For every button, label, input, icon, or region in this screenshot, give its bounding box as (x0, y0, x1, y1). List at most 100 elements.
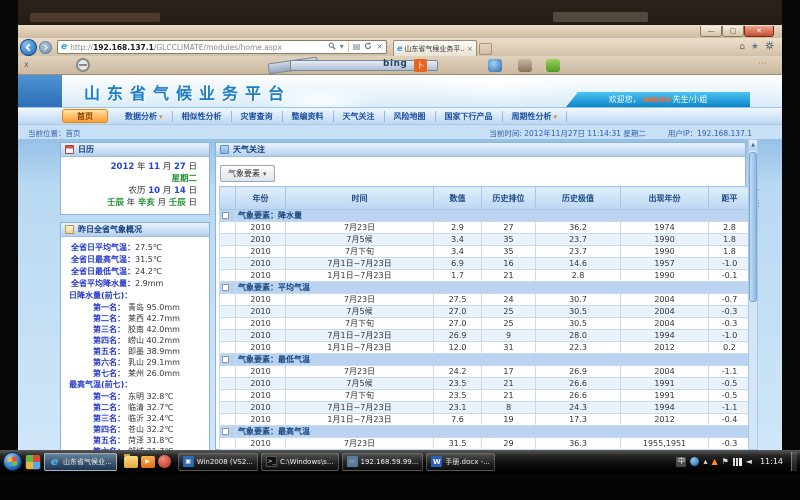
table-cell: 36.2 (536, 222, 621, 234)
taskbar-window-button[interactable]: e山东省气候业... (44, 453, 117, 471)
browser-tab[interactable]: e 山东省气候业务平... × (393, 40, 477, 56)
nav-item-4[interactable]: 灾害查询 (232, 111, 283, 122)
new-tab-button[interactable] (479, 43, 492, 55)
maximize-button[interactable]: ▢ (722, 26, 744, 37)
pet-icon[interactable] (518, 59, 532, 72)
compatibility-view-icon[interactable]: ▤ (353, 43, 361, 51)
nav-item-8[interactable]: 国家下行产品 (436, 111, 503, 122)
taskbar-window-button[interactable]: ▣Win2008 (VS2... (178, 453, 258, 471)
language-indicator-icon[interactable]: 中 (676, 457, 686, 467)
camera-icon[interactable] (488, 59, 502, 72)
table-row[interactable]: 20107月下旬27.02530.52004-0.31.6 (220, 318, 751, 330)
table-cell: 7月下旬 (286, 246, 434, 258)
table-row[interactable]: 20107月下旬23.52126.61991-0.51.6 (220, 390, 751, 402)
table-row[interactable]: 20107月1日~7月23日26.9928.01994-1.01.0 (220, 330, 751, 342)
network-icon[interactable] (733, 458, 742, 466)
table-cell: 7月23日 (286, 294, 434, 306)
table-row[interactable]: 20107月23日31.52936.31955,1951-0.32.5 (220, 438, 751, 450)
scroll-up-icon[interactable]: ▲ (749, 140, 757, 150)
taskbar-window-button[interactable]: ▭192.168.59.99... (342, 453, 424, 471)
group-checkbox[interactable] (222, 356, 229, 363)
group-checkbox[interactable] (222, 428, 229, 435)
hidden-icons-arrow[interactable]: ▴ (703, 458, 707, 466)
refresh-icon[interactable] (364, 42, 372, 52)
minimize-button[interactable]: — (700, 26, 722, 37)
scrollbar-thumb[interactable] (749, 152, 757, 302)
home-icon[interactable]: ⌂ (739, 43, 745, 52)
weather-summary-line: 全省日最高气温：31.5℃ (63, 254, 207, 266)
table-cell: 23.5 (434, 378, 482, 390)
addon-close-icon[interactable]: x (24, 60, 29, 69)
table-row[interactable]: 20107月1日~7月23日6.91614.61957-1.02.3 (220, 258, 751, 270)
address-bar[interactable]: e http://192.168.137.1/GLCCLIMATE/module… (57, 40, 387, 54)
nav-item-3[interactable]: 相似性分析 (173, 111, 232, 122)
table-row[interactable]: 20101月1日~7月23日7.61917.32012-0.41.6 (220, 414, 751, 426)
table-row[interactable]: 20107月5候3.43523.719901.84.8 (220, 234, 751, 246)
tab-close-icon[interactable]: × (467, 45, 473, 53)
ime-icon[interactable] (690, 457, 699, 466)
table-row[interactable]: 20101月1日~7月23日12.03122.320120.21.6 (220, 342, 751, 354)
table-cell: 23.7 (536, 246, 621, 258)
more-options-icon[interactable]: ⋯ (758, 59, 768, 69)
search-icon[interactable] (328, 42, 336, 52)
table-row[interactable]: 20101月1日~7月23日1.7212.81990-0.10.4 (220, 270, 751, 282)
table-cell: 1991 (621, 390, 709, 402)
media-app-icon[interactable]: ▶ (141, 456, 155, 468)
calendar-panel-title: 日历 (78, 144, 94, 155)
table-cell: 2010 (236, 342, 286, 354)
table-row[interactable]: 20107月1日~7月23日23.1824.31994-1.11.0 (220, 402, 751, 414)
close-button[interactable]: ✕ (744, 26, 774, 37)
nav-item-9[interactable]: 周期性分析▾ (503, 111, 568, 122)
back-button[interactable] (20, 39, 37, 56)
favorites-icon[interactable]: ★ (751, 43, 759, 52)
forward-button[interactable] (39, 41, 52, 54)
autocomplete-dropdown-icon[interactable]: ▾ (340, 43, 344, 51)
start-button[interactable] (3, 452, 22, 471)
tools-gear-icon[interactable] (765, 41, 774, 53)
table-cell: 27.0 (434, 318, 482, 330)
folder-icon[interactable] (124, 456, 138, 468)
addon-stop-icon[interactable] (76, 58, 90, 72)
action-center-flag-icon[interactable]: ⚑ (722, 458, 729, 466)
element-filter-button[interactable]: 气象要素 ▾ (220, 165, 275, 182)
nav-item-6[interactable]: 天气关注 (334, 111, 385, 122)
system-tray: 中 ▴ ▲ ⚑ ◄ 11:14 (676, 452, 797, 471)
table-cell: 36.3 (536, 438, 621, 450)
nav-item-1[interactable]: 首页 (62, 109, 108, 123)
nav-item-2[interactable]: 数据分析▾ (116, 111, 173, 122)
taskbar-window-button[interactable]: W手册.docx -... (426, 453, 494, 471)
weather-focus-title: 天气关注 (233, 144, 265, 155)
stop-icon[interactable]: × (376, 43, 383, 51)
table-row[interactable]: 20107月5候23.52126.61991-0.51.6 (220, 378, 751, 390)
taskbar-clock[interactable]: 11:14 (760, 457, 783, 466)
table-cell: 1月1日~7月23日 (286, 414, 434, 426)
plugin-icon[interactable] (546, 59, 560, 72)
table-row[interactable]: 20107月23日2.92736.219742.87.6 (220, 222, 751, 234)
calendar-icon (65, 145, 74, 154)
table-row[interactable]: 20107月23日27.52430.72004-0.72.0 (220, 294, 751, 306)
taskbar-window-button[interactable]: >_C:\Windows\s... (261, 453, 339, 471)
volume-icon[interactable]: ◄ (746, 458, 752, 466)
table-group-row: 气象要素：平均气温 (220, 282, 751, 294)
table-cell: 7月5候 (286, 234, 434, 246)
weather-summary-line: 全省日最低气温：24.2℃ (63, 266, 207, 278)
table-cell: 1994 (621, 402, 709, 414)
group-label: 气象要素：最低气温 (236, 354, 751, 366)
table-row[interactable]: 20107月下旬3.43523.719901.84.8 (220, 246, 751, 258)
nav-item-5[interactable]: 整编资料 (283, 111, 334, 122)
calendar-line: 星期二 (65, 173, 197, 185)
flame-app-icon[interactable]: ▲ (711, 458, 717, 466)
nav-item-7[interactable]: 风险地图 (385, 111, 436, 122)
table-row[interactable]: 20107月5候27.02530.52004-0.31.6 (220, 306, 751, 318)
chevron-down-icon: ▾ (554, 113, 558, 121)
group-checkbox[interactable] (222, 212, 229, 219)
table-row[interactable]: 20107月23日24.21726.92004-1.11.8 (220, 366, 751, 378)
player-app-icon[interactable] (158, 455, 171, 468)
bing-search-button[interactable]: 卜 (414, 59, 427, 72)
group-checkbox[interactable] (222, 284, 229, 291)
table-cell: 2010 (236, 330, 286, 342)
table-cell: 1.7 (434, 270, 482, 282)
page-scrollbar[interactable]: ▲ (748, 139, 758, 450)
show-desktop-button[interactable] (791, 452, 797, 471)
pinned-app-icon[interactable] (25, 454, 41, 470)
